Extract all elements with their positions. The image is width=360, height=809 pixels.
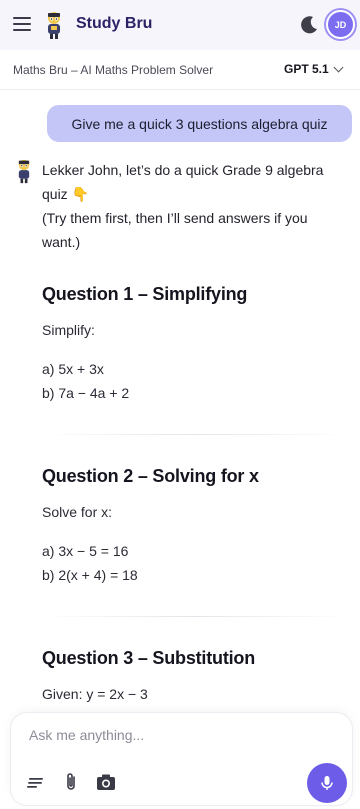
brand-name: Study Bru	[76, 15, 153, 32]
divider	[42, 434, 347, 435]
question-1-item-b: b) 7a − 4a + 2	[42, 385, 130, 401]
question-1-instruction: Simplify:	[42, 322, 95, 338]
tool-title: Maths Bru – AI Maths Problem Solver	[13, 63, 214, 77]
model-selector[interactable]: GPT 5.1	[284, 62, 344, 76]
voice-input-button[interactable]	[307, 763, 347, 803]
model-label: GPT 5.1	[284, 62, 329, 76]
question-2-title: Question 2 – Solving for x	[42, 466, 259, 486]
question-2-item-b: b) 2(x + 4) = 18	[42, 567, 138, 583]
menu-icon[interactable]	[13, 16, 31, 32]
moon-icon[interactable]	[298, 14, 320, 36]
message-input[interactable]	[29, 727, 309, 743]
user-message-text: Give me a quick 3 questions algebra quiz	[71, 115, 328, 132]
paperclip-icon[interactable]	[60, 771, 82, 793]
avatar[interactable]: JD	[326, 10, 355, 39]
pointing-down-emoji: 👇	[71, 186, 90, 202]
mascot-avatar-icon	[18, 159, 30, 184]
question-3-instruction: Given: y = 2x − 3	[42, 686, 148, 702]
question-1-item-a: a) 5x + 3x	[42, 361, 104, 377]
prompts-icon[interactable]	[25, 771, 47, 793]
top-bar: Study Bru JD	[0, 0, 360, 50]
camera-icon[interactable]	[95, 771, 117, 793]
message-composer	[11, 713, 352, 805]
sub-header: Maths Bru – AI Maths Problem Solver GPT …	[0, 50, 360, 90]
chevron-down-icon	[333, 62, 344, 72]
divider	[42, 616, 347, 617]
mascot-logo-icon	[48, 12, 60, 39]
question-3-title: Question 3 – Substitution	[42, 648, 256, 668]
intro-note: (Try them first, then I’ll send answers …	[42, 210, 308, 250]
question-1-title: Question 1 – Simplifying	[42, 284, 248, 304]
assistant-intro: Lekker John, let’s do a quick Grade 9 al…	[42, 158, 347, 254]
question-2-instruction: Solve for x:	[42, 504, 113, 520]
user-message-bubble: Give me a quick 3 questions algebra quiz	[47, 105, 352, 142]
question-2-item-a: a) 3x − 5 = 16	[42, 543, 129, 559]
microphone-icon	[321, 776, 333, 790]
